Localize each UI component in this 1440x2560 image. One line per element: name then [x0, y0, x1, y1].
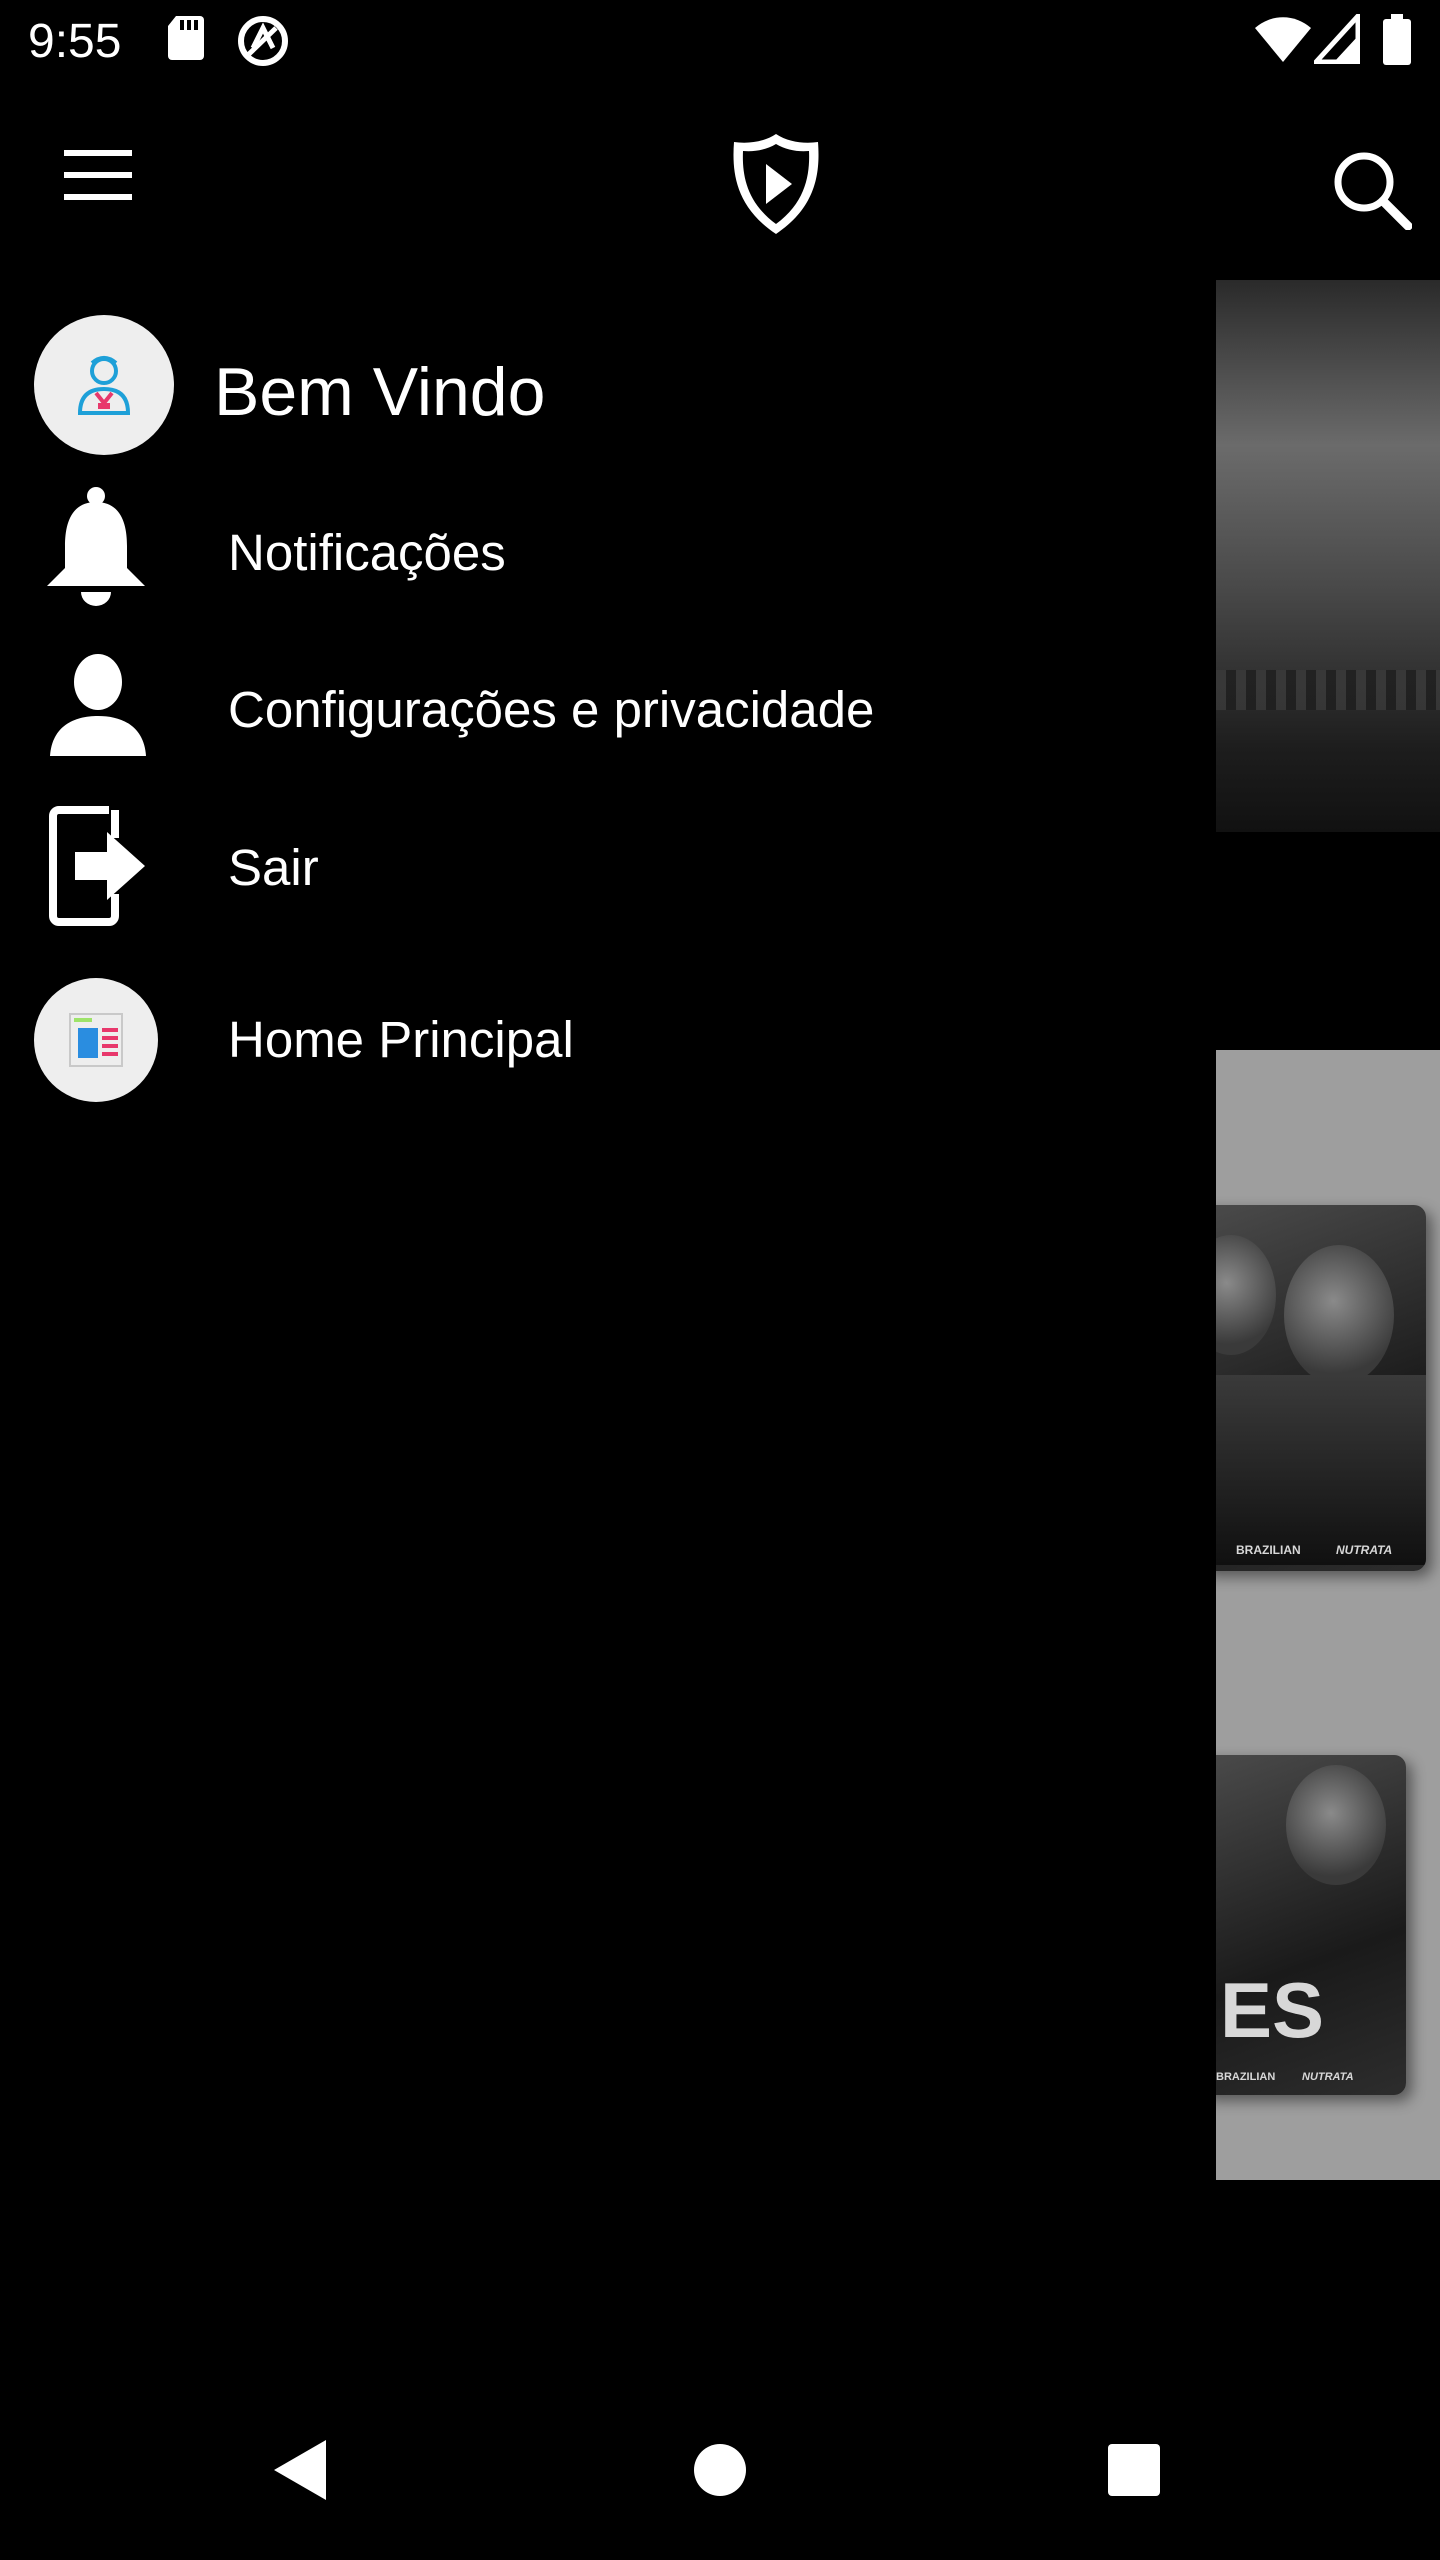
welcome-text: Bem Vindo — [214, 354, 546, 430]
sponsor-label: BRAZILIAN — [1216, 2071, 1276, 2083]
news-panel: BRAZILIAN NUTRATA ES BRAZILIAN NUTRATA — [1216, 1050, 1440, 2180]
drawer-item-label: Home Principal — [228, 1011, 574, 1068]
status-time: 9:55 — [28, 15, 122, 68]
bell-icon — [38, 486, 154, 610]
home-page-icon — [34, 978, 158, 1102]
logout-icon — [46, 804, 156, 928]
home-circle-icon[interactable] — [670, 2420, 770, 2520]
navigation-drawer: Bem Vindo Notificações Configurações e p… — [0, 280, 1216, 2380]
drawer-item-label: Configurações e privacidade — [228, 681, 875, 738]
drawer-item-home[interactable]: Home Principal — [0, 974, 1216, 1124]
user-avatar-icon[interactable] — [34, 315, 174, 455]
news-card: ES BRAZILIAN NUTRATA — [1216, 1755, 1406, 2095]
background-content: BRAZILIAN NUTRATA ES BRAZILIAN NUTRATA — [1216, 280, 1440, 2380]
navigation-bar — [0, 2380, 1440, 2560]
sponsor-label: BRAZILIAN — [1236, 1543, 1301, 1557]
status-bar: 9:55 — [0, 0, 1440, 84]
toolbar — [0, 84, 1440, 280]
drawer-header: Bem Vindo — [0, 310, 1216, 456]
card-title: ES — [1220, 1966, 1325, 2054]
shield-play-logo-icon — [718, 126, 834, 242]
vpn-icon — [236, 14, 290, 73]
sponsor-label: NUTRATA — [1302, 2071, 1354, 2083]
sponsor-label: NUTRATA — [1336, 1543, 1393, 1557]
hero-image — [1216, 280, 1440, 832]
drawer-item-label: Notificações — [228, 524, 506, 581]
news-card: BRAZILIAN NUTRATA — [1216, 1205, 1426, 1571]
recents-square-icon[interactable] — [1084, 2420, 1184, 2520]
battery-icon — [1382, 14, 1412, 71]
back-triangle-icon[interactable] — [250, 2420, 350, 2520]
hamburger-menu-icon[interactable] — [48, 130, 148, 220]
signal-icon — [1310, 9, 1361, 69]
person-icon — [46, 652, 150, 756]
wifi-icon — [1254, 14, 1312, 69]
drawer-item-label: Sair — [228, 839, 319, 896]
drawer-item-notifications[interactable]: Notificações — [0, 480, 1216, 630]
search-icon[interactable] — [1322, 140, 1422, 240]
drawer-item-logout[interactable]: Sair — [0, 796, 1216, 946]
drawer-item-settings[interactable]: Configurações e privacidade — [0, 638, 1216, 788]
sd-card-icon — [166, 14, 206, 67]
